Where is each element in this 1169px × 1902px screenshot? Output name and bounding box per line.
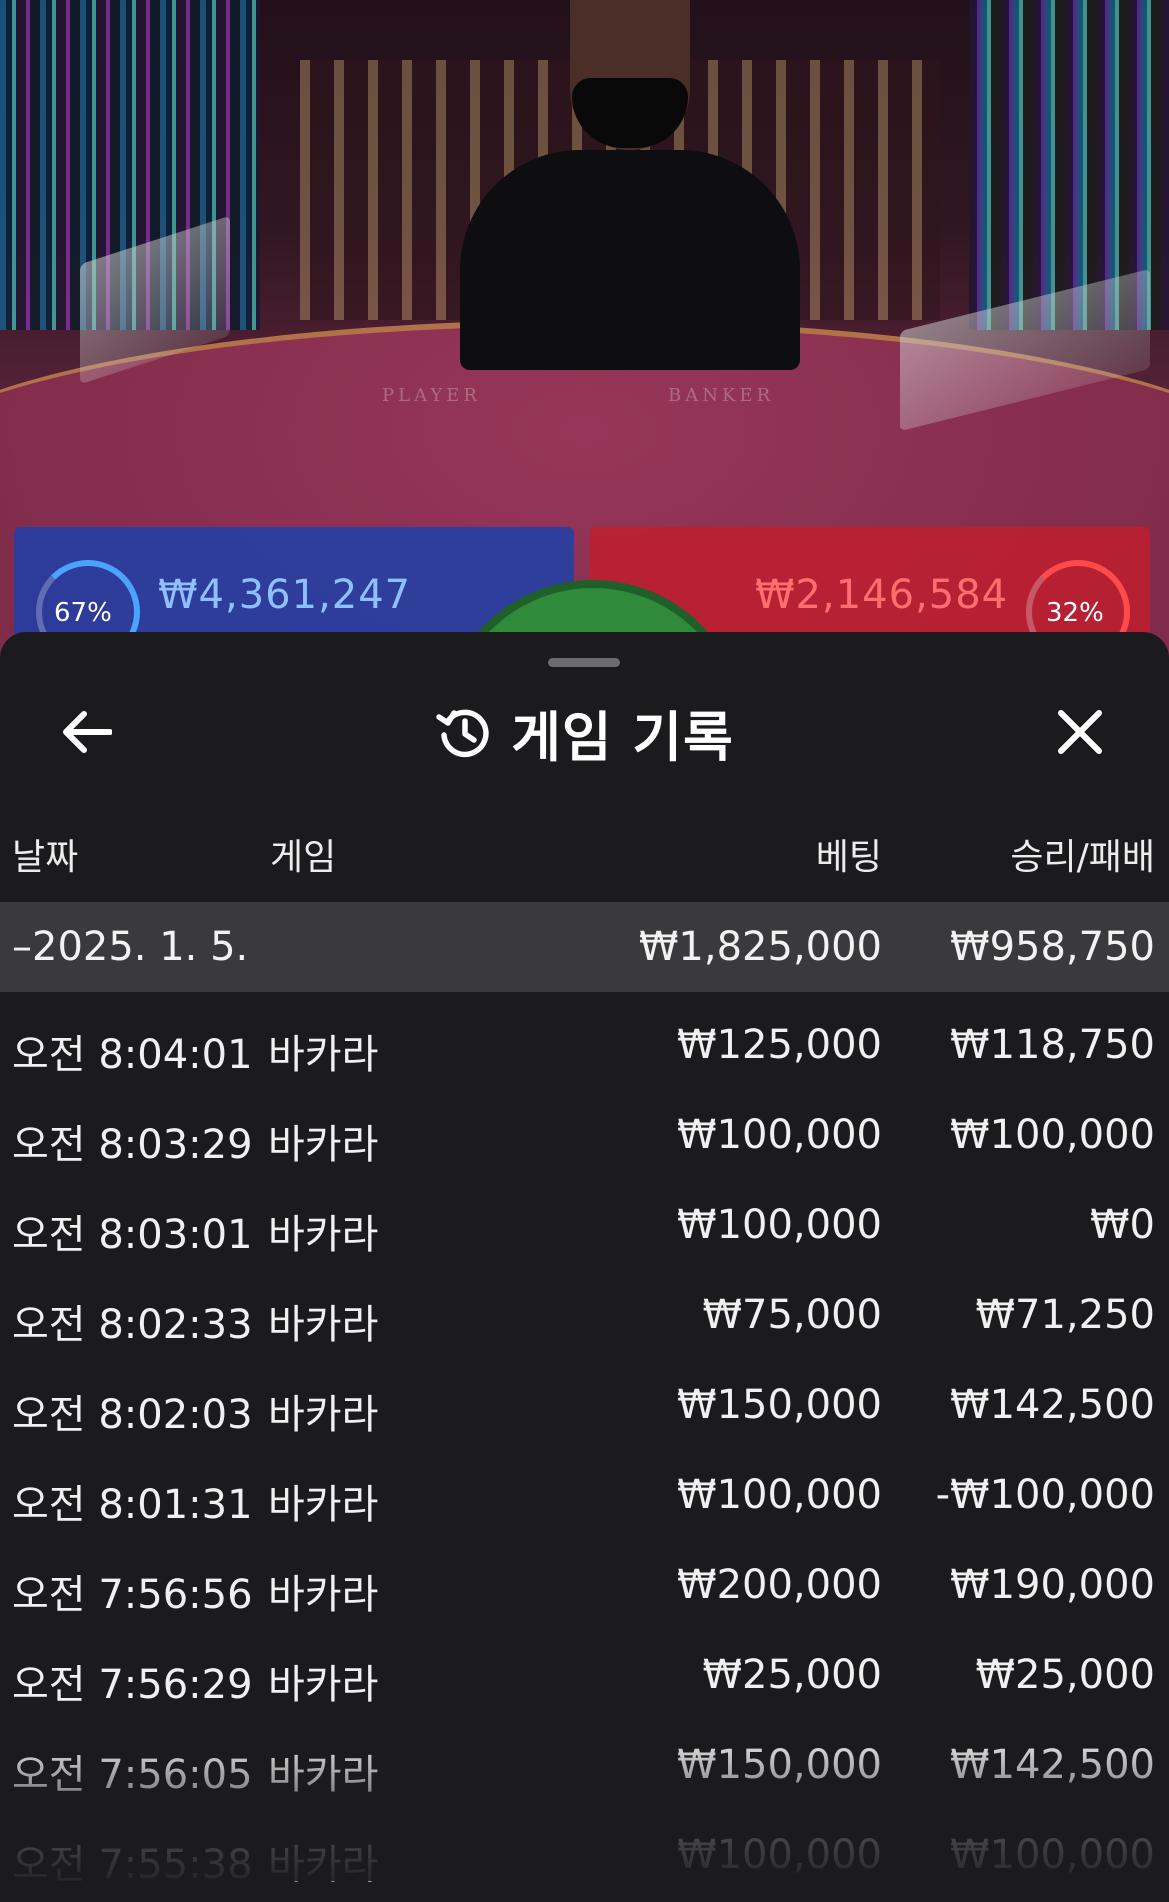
row-bet: ₩150,000 [677, 1382, 882, 1428]
row-time: 오전 8:02:33 [12, 1302, 253, 1348]
row-bet: ₩100,000 [677, 1202, 882, 1248]
row-game: 바카라 [268, 1842, 379, 1888]
row-time: 오전 7:56:05 [12, 1752, 253, 1798]
history-row[interactable]: 오전 7:55:38 바카라 ₩100,000 ₩100,000 [0, 1812, 1169, 1902]
row-result: ₩71,250 [975, 1292, 1155, 1338]
row-game: 바카라 [268, 1392, 379, 1438]
row-result: ₩142,500 [950, 1742, 1155, 1788]
sheet-header: 게임 기록 [0, 694, 1169, 770]
row-result: ₩100,000 [950, 1112, 1155, 1158]
row-bet: ₩100,000 [677, 1112, 882, 1158]
row-bet: ₩125,000 [677, 1022, 882, 1068]
history-list: 오전 8:04:01 바카라 ₩125,000 ₩118,750 오전 8:03… [0, 1002, 1169, 1902]
summary-bet-total: ₩1,825,000 [638, 924, 882, 970]
row-bet: ₩100,000 [677, 1472, 882, 1518]
row-result: ₩142,500 [950, 1382, 1155, 1428]
column-header-date: 날짜 [12, 837, 79, 878]
column-header-result: 승리/패배 [1010, 837, 1155, 878]
row-game: 바카라 [268, 1212, 379, 1258]
row-game: 바카라 [268, 1482, 379, 1528]
row-result: ₩118,750 [950, 1022, 1155, 1068]
history-row[interactable]: 오전 7:56:29 바카라 ₩25,000 ₩25,000 [0, 1632, 1169, 1722]
close-button[interactable] [1050, 702, 1110, 762]
history-row[interactable]: 오전 8:02:03 바카라 ₩150,000 ₩142,500 [0, 1362, 1169, 1452]
history-row[interactable]: 오전 8:03:29 바카라 ₩100,000 ₩100,000 [0, 1092, 1169, 1182]
column-header-bet: 베팅 [815, 837, 882, 878]
player-pot-amount: ₩4,361,247 [158, 572, 412, 618]
banker-pot-amount: ₩2,146,584 [755, 572, 1009, 618]
row-game: 바카라 [268, 1662, 379, 1708]
row-bet: ₩150,000 [677, 1742, 882, 1788]
row-game: 바카라 [268, 1752, 379, 1798]
history-row[interactable]: 오전 8:01:31 바카라 ₩100,000 -₩100,000 [0, 1452, 1169, 1542]
row-bet: ₩75,000 [702, 1292, 882, 1338]
row-game: 바카라 [268, 1032, 379, 1078]
player-percent: 67% [54, 598, 112, 628]
row-time: 오전 8:01:31 [12, 1482, 253, 1528]
summary-result-total: ₩958,750 [950, 924, 1155, 970]
column-header-game: 게임 [270, 837, 337, 878]
sheet-title: 게임 기록 [511, 705, 734, 769]
history-row[interactable]: 오전 7:56:05 바카라 ₩150,000 ₩142,500 [0, 1722, 1169, 1812]
row-bet: ₩100,000 [677, 1832, 882, 1878]
row-bet: ₩25,000 [702, 1652, 882, 1698]
row-time: 오전 8:03:01 [12, 1212, 253, 1258]
row-result: ₩100,000 [950, 1832, 1155, 1878]
row-result: -₩100,000 [935, 1472, 1155, 1518]
history-row[interactable]: 오전 8:03:01 바카라 ₩100,000 ₩0 [0, 1182, 1169, 1272]
history-row[interactable]: 오전 7:56:56 바카라 ₩200,000 ₩190,000 [0, 1542, 1169, 1632]
row-time: 오전 8:02:03 [12, 1392, 253, 1438]
row-game: 바카라 [268, 1572, 379, 1618]
row-bet: ₩200,000 [677, 1562, 882, 1608]
row-time: 오전 8:03:29 [12, 1122, 253, 1168]
banker-percent: 32% [1046, 598, 1104, 628]
date-group-summary-row[interactable]: –2025. 1. 5. ₩1,825,000 ₩958,750 [0, 902, 1169, 992]
game-history-sheet: 게임 기록 날짜 게임 베팅 승리/패배 –2025. 1. 5. ₩1,825… [0, 632, 1169, 1888]
row-time: 오전 7:55:38 [12, 1842, 253, 1888]
row-time: 오전 7:56:56 [12, 1572, 253, 1618]
sheet-drag-handle[interactable] [548, 658, 620, 667]
summary-date: –2025. 1. 5. [12, 924, 249, 970]
row-time: 오전 8:04:01 [12, 1032, 253, 1078]
history-row[interactable]: 오전 8:04:01 바카라 ₩125,000 ₩118,750 [0, 1002, 1169, 1092]
row-result: ₩25,000 [975, 1652, 1155, 1698]
row-game: 바카라 [268, 1302, 379, 1348]
row-time: 오전 7:56:29 [12, 1662, 253, 1708]
row-game: 바카라 [268, 1122, 379, 1168]
history-icon [436, 709, 489, 758]
row-result: ₩0 [1090, 1202, 1155, 1248]
row-result: ₩190,000 [950, 1562, 1155, 1608]
live-video-feed: PLAYER BANKER 67% 32% ₩4,361,247 ₩2,146,… [0, 0, 1169, 660]
close-icon [1058, 710, 1102, 754]
history-row[interactable]: 오전 8:02:33 바카라 ₩75,000 ₩71,250 [0, 1272, 1169, 1362]
